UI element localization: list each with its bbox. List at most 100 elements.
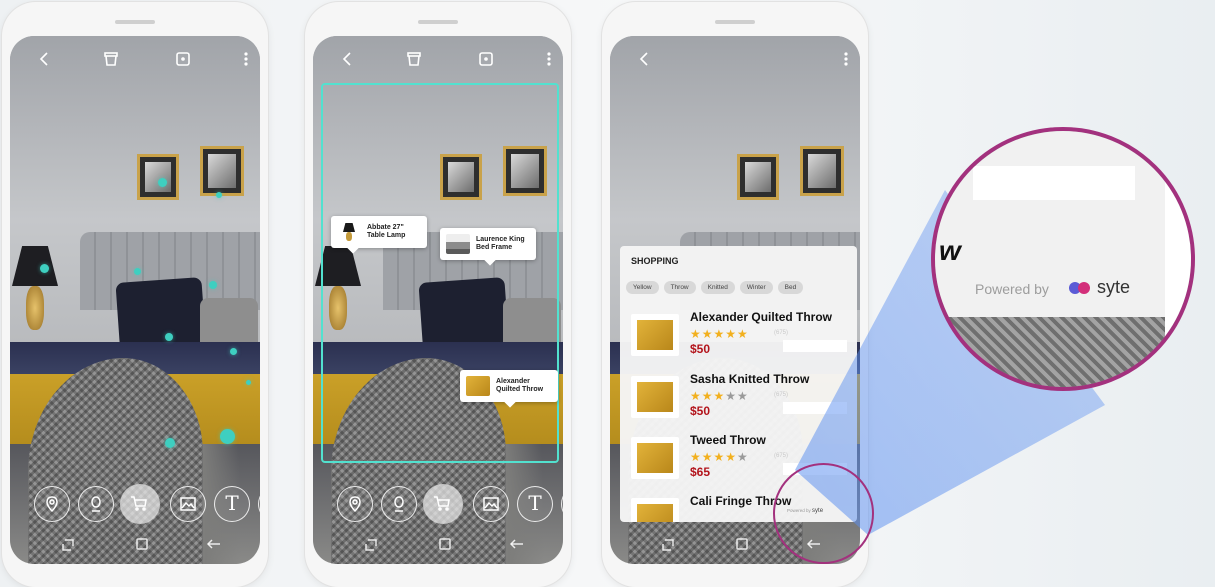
- filter-chip[interactable]: Winter: [739, 281, 773, 294]
- product-tag-bed-frame[interactable]: Laurence King Bed Frame: [440, 228, 536, 266]
- product-item[interactable]: Sasha Knitted Throw ★★★★★ (675) $50: [631, 372, 851, 428]
- back-icon[interactable]: [337, 48, 359, 70]
- product-tag-lamp[interactable]: Abbate 27" Table Lamp: [331, 216, 427, 254]
- scan-dot[interactable]: [230, 348, 237, 355]
- zoom-source-ring: [773, 463, 874, 564]
- more-tools-icon[interactable]: [561, 486, 563, 522]
- review-count: (675): [774, 392, 789, 398]
- zoomed-knit: [935, 317, 1165, 387]
- product-thumbnail: [631, 314, 679, 356]
- speaker-grille: [715, 20, 755, 24]
- mode-toolbar: T: [10, 484, 260, 526]
- lamp-thumbnail: [337, 222, 361, 242]
- zoomed-phone-edge: [1165, 131, 1191, 387]
- zoomed-text-fragment: w: [939, 235, 961, 266]
- product-thumbnail: [631, 498, 679, 522]
- back-nav-icon[interactable]: [206, 536, 226, 556]
- phone-detect: Abbate 27" Table Lamp Laurence King Bed …: [305, 2, 571, 587]
- scan-dot[interactable]: [158, 178, 167, 187]
- filter-chip[interactable]: Throw: [663, 281, 696, 294]
- filter-chip[interactable]: Yellow: [626, 281, 659, 294]
- text-icon[interactable]: T: [517, 486, 553, 522]
- scan-dot[interactable]: [220, 429, 235, 444]
- product-item[interactable]: Alexander Quilted Throw ★★★★★ (675) $50: [631, 310, 851, 366]
- syte-logo-icon: [1069, 280, 1093, 296]
- buy-button-placeholder[interactable]: [783, 340, 847, 352]
- more-icon[interactable]: [538, 48, 560, 70]
- mode-toolbar: T: [313, 484, 563, 526]
- product-thumbnail: [631, 437, 679, 479]
- more-tools-icon[interactable]: [258, 486, 260, 522]
- recent-apps-icon[interactable]: [60, 536, 80, 556]
- image-icon[interactable]: [473, 486, 509, 522]
- zoomed-button-placeholder: [973, 166, 1135, 200]
- scene-lamp-base: [26, 286, 44, 330]
- syte-brand-text: syte: [1097, 277, 1131, 297]
- recent-apps-icon[interactable]: [363, 536, 383, 556]
- speaker-grille: [418, 20, 458, 24]
- product-name: Sasha Knitted Throw: [690, 372, 810, 386]
- home-icon[interactable]: [437, 536, 457, 556]
- tag-label: Alexander Quilted Throw: [496, 378, 544, 393]
- scan-dot[interactable]: [209, 281, 217, 289]
- text-icon[interactable]: T: [214, 486, 250, 522]
- phone-scan: T: [2, 2, 268, 587]
- scan-dot[interactable]: [165, 333, 173, 341]
- camera-screen: Abbate 27" Table Lamp Laurence King Bed …: [313, 36, 563, 564]
- star-rating: ★★★★★: [690, 389, 749, 403]
- image-icon[interactable]: [170, 486, 206, 522]
- location-icon[interactable]: [34, 486, 70, 522]
- wall-picture: [200, 146, 244, 196]
- camera-screen: T: [10, 36, 260, 564]
- recent-apps-icon[interactable]: [660, 536, 680, 556]
- face-icon[interactable]: [381, 486, 417, 522]
- star-rating: ★★★★★: [690, 327, 749, 341]
- more-icon[interactable]: [835, 48, 857, 70]
- buy-button-placeholder[interactable]: [783, 402, 847, 414]
- wall-picture: [737, 154, 779, 200]
- android-nav-bar: [10, 536, 260, 558]
- delete-icon[interactable]: [403, 48, 425, 70]
- product-price: $50: [690, 404, 711, 418]
- filter-chip[interactable]: Bed: [777, 281, 804, 294]
- product-thumbnail: [631, 376, 679, 418]
- top-toolbar: [10, 48, 260, 72]
- scan-dot[interactable]: [134, 268, 141, 275]
- review-count: (675): [774, 330, 789, 336]
- speaker-grille: [115, 20, 155, 24]
- back-icon[interactable]: [634, 48, 656, 70]
- scan-dot[interactable]: [216, 192, 222, 198]
- tag-label: Abbate 27" Table Lamp: [367, 224, 406, 239]
- shopping-cart-icon[interactable]: [120, 484, 160, 524]
- crop-icon[interactable]: [475, 48, 497, 70]
- scan-dot[interactable]: [165, 438, 175, 448]
- location-icon[interactable]: [337, 486, 373, 522]
- home-icon[interactable]: [734, 536, 754, 556]
- product-name: Alexander Quilted Throw: [690, 310, 833, 324]
- back-nav-icon[interactable]: [509, 536, 529, 556]
- home-icon[interactable]: [134, 536, 154, 556]
- scan-dot[interactable]: [246, 380, 251, 385]
- powered-by-text: Powered by: [975, 281, 1049, 297]
- wall-picture: [137, 154, 179, 200]
- star-rating: ★★★★★: [690, 450, 749, 464]
- more-icon[interactable]: [235, 48, 257, 70]
- syte-logo: syte: [1069, 277, 1130, 298]
- shopping-cart-icon[interactable]: [423, 484, 463, 524]
- zoomed-panel: [935, 131, 1165, 317]
- tag-label: Laurence King Bed Frame: [476, 236, 525, 251]
- product-tag-throw[interactable]: Alexander Quilted Throw: [460, 370, 558, 408]
- back-icon[interactable]: [34, 48, 56, 70]
- crop-icon[interactable]: [172, 48, 194, 70]
- filter-chip[interactable]: Knitted: [700, 281, 735, 294]
- delete-icon[interactable]: [100, 48, 122, 70]
- product-price: $65: [690, 465, 711, 479]
- scan-dot[interactable]: [40, 264, 49, 273]
- top-toolbar: [610, 48, 860, 72]
- throw-thumbnail: [466, 376, 490, 396]
- face-icon[interactable]: [78, 486, 114, 522]
- zoom-magnifier: w Powered by syte: [931, 127, 1195, 391]
- filter-chips: Yellow Throw Knitted Winter Bed: [626, 281, 804, 294]
- product-price: $50: [690, 342, 711, 356]
- panel-title: SHOPPING: [631, 256, 679, 266]
